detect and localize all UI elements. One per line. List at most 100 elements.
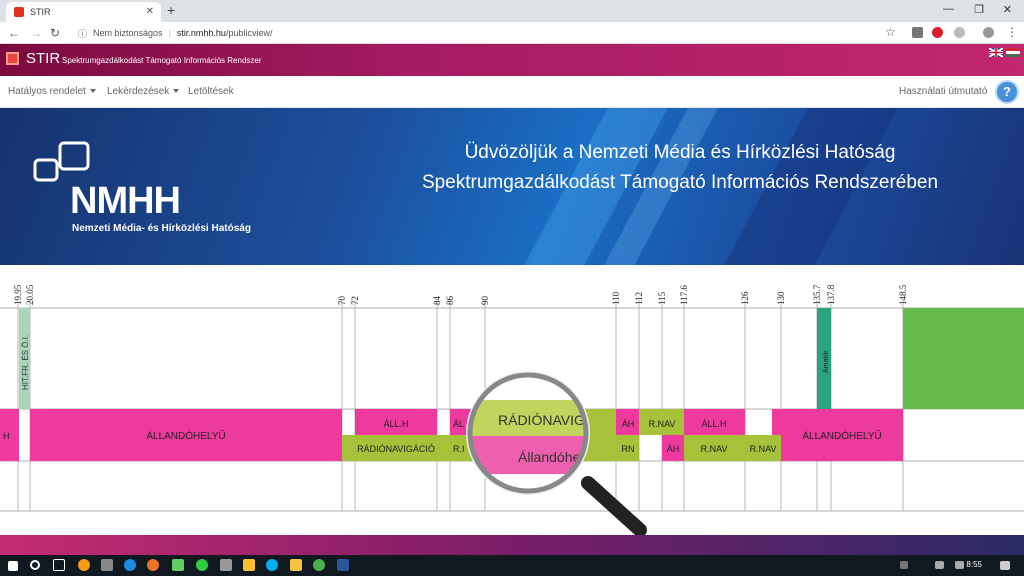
- chevron-down-icon: [89, 89, 96, 94]
- battery-icon[interactable]: [935, 561, 944, 569]
- nmhh-logo-letters: NMHH: [70, 180, 181, 222]
- bookmark-star-icon[interactable]: ☆: [885, 25, 896, 39]
- welcome-line-1: Üdvözöljük a Nemzeti Média és Hírközlési…: [464, 142, 896, 163]
- app-header: STIR Spektrumgazdálkodást Támogató Infor…: [0, 44, 1024, 76]
- tick-label: 86: [445, 296, 455, 306]
- windows-taskbar: 8:55: [0, 555, 1024, 576]
- band-label-allandohelyu-2: ÁLLANDÓHELYŰ: [802, 428, 881, 442]
- edge-icon[interactable]: [124, 559, 136, 571]
- tick-label: 110: [611, 291, 621, 305]
- app-subtitle: Spektrumgazdálkodást Támogató Információ…: [62, 56, 262, 65]
- address-bar-row: ← → ↻ ⓘ Nem biztonságos | stir.nmhh.hu /…: [0, 22, 1024, 44]
- band-label-rnav-3: R.NAV: [750, 444, 777, 454]
- frequency-chart-svg: 19.95 20.05 70 72 84 86 90 110 112 115 117.6 126 130…: [0, 284, 1024, 537]
- band-label-rnav-2: R.NAV: [701, 444, 728, 454]
- band-label-ri: R.I: [453, 444, 465, 454]
- help-icon[interactable]: ?: [995, 80, 1019, 104]
- app-tool-icon[interactable]: [172, 559, 184, 571]
- footer-band: [0, 535, 1024, 555]
- chevron-down-icon: [173, 89, 180, 94]
- app-drive-icon[interactable]: [220, 559, 232, 571]
- band-label-amator: Amatőr: [823, 350, 830, 373]
- band-small-pink[interactable]: [772, 409, 781, 435]
- url-host: stir.nmhh.hu: [176, 28, 226, 38]
- clock[interactable]: 8:55: [966, 560, 982, 569]
- app-orange-icon[interactable]: [78, 559, 90, 571]
- tick-label: 70: [337, 296, 347, 306]
- extension-icon[interactable]: [912, 27, 923, 38]
- url-path: /publicview/: [225, 28, 273, 38]
- notifications-icon[interactable]: [1000, 561, 1010, 570]
- tick-label: 117.6: [679, 285, 689, 305]
- band-label-all-h-2: ÁLL.H: [701, 419, 726, 429]
- app-grey-icon[interactable]: [101, 559, 113, 571]
- minimize-icon[interactable]: —: [943, 3, 954, 15]
- welcome-banner: NMHH Nemzeti Média- és Hírközlési Hatósá…: [0, 108, 1024, 265]
- english-flag-icon[interactable]: [989, 48, 1003, 57]
- band-label-rnav-1: R.NAV: [649, 419, 676, 429]
- band-green-right[interactable]: [903, 308, 1024, 409]
- browser-tab-strip: STIR ✕ + — ❐ ✕: [0, 0, 1024, 22]
- band-label-radionavigacio: RÁDIÓNAVIGÁCIÓ: [357, 444, 435, 454]
- new-tab-button[interactable]: +: [167, 2, 175, 18]
- search-icon[interactable]: [30, 560, 40, 570]
- app-notes-icon[interactable]: [243, 559, 255, 571]
- tab-title: STIR: [30, 7, 51, 17]
- nmhh-fullname: Nemzeti Média- és Hírközlési Hatóság: [72, 223, 251, 234]
- welcome-line-2: Spektrumgazdálkodást Támogató Információ…: [421, 172, 939, 193]
- menu-letoltesek[interactable]: Letöltések: [188, 86, 234, 97]
- security-label: Nem biztonságos: [93, 28, 163, 38]
- tick-label: 148.5: [898, 284, 908, 305]
- firefox-icon[interactable]: [147, 559, 159, 571]
- adblock-icon[interactable]: [932, 27, 943, 38]
- tick-label: 112: [634, 292, 644, 305]
- file-explorer-icon[interactable]: [290, 559, 302, 571]
- profile-avatar-icon[interactable]: [983, 27, 994, 38]
- close-window-icon[interactable]: ✕: [1003, 3, 1012, 16]
- menu-hatalyos-rendelet[interactable]: Hatályos rendelet: [8, 86, 96, 97]
- close-tab-icon[interactable]: ✕: [146, 6, 154, 17]
- word-icon[interactable]: [337, 559, 349, 571]
- menu-lekerdezesek[interactable]: Lekérdezések: [107, 86, 180, 97]
- tick-label: 72: [350, 296, 360, 305]
- band-label-allandohelyu-1: ÁLLANDÓHELYŰ: [146, 428, 225, 442]
- restore-icon[interactable]: ❐: [974, 3, 984, 16]
- tray-icon[interactable]: [900, 561, 908, 569]
- band-label-all-h-1: ÁLL.H: [383, 419, 408, 429]
- task-view-icon[interactable]: [53, 559, 65, 571]
- app-name: STIR: [26, 50, 61, 67]
- band-label-hit-fr: HIT.FR. ÉS Ö.I.: [21, 335, 30, 390]
- tick-label: 130: [776, 291, 786, 305]
- tick-label: 135.7: [812, 284, 822, 305]
- language-flags: [989, 48, 1020, 57]
- url-field[interactable]: ⓘ Nem biztonságos | stir.nmhh.hu /public…: [70, 25, 900, 41]
- tick-label: 126: [740, 291, 750, 305]
- band-label-ah-2: ÁH: [667, 444, 680, 454]
- info-icon[interactable]: ⓘ: [78, 27, 87, 40]
- help-link[interactable]: Használati útmutató: [899, 86, 987, 97]
- chrome-icon[interactable]: [313, 559, 325, 571]
- windows-start-icon[interactable]: [8, 561, 18, 571]
- forward-icon[interactable]: →: [30, 26, 42, 40]
- volume-icon[interactable]: [955, 561, 964, 569]
- hungarian-flag-icon[interactable]: [1006, 48, 1020, 57]
- browser-menu-icon[interactable]: ⋮: [1006, 25, 1018, 39]
- band-label-h: H: [3, 431, 10, 441]
- reload-icon[interactable]: ↻: [50, 26, 60, 40]
- tick-label: 137.8: [826, 284, 836, 305]
- back-icon[interactable]: ←: [8, 26, 20, 40]
- tick-label: 115: [657, 291, 667, 305]
- main-menu: Hatályos rendelet Lekérdezések Letöltése…: [0, 76, 1024, 108]
- app-green-icon[interactable]: [196, 559, 208, 571]
- stir-favicon-icon: [14, 7, 24, 17]
- extension-circle-icon[interactable]: [954, 27, 965, 38]
- tick-label: 90: [480, 296, 490, 306]
- skype-icon[interactable]: [266, 559, 278, 571]
- browser-tab[interactable]: STIR ✕: [6, 2, 161, 22]
- band-label-al: ÁL: [453, 419, 464, 429]
- tick-label: 20.05: [25, 284, 35, 305]
- frequency-chart: 19.95 20.05 70 72 84 86 90 110 112 115 117.6 126 130…: [0, 265, 1024, 537]
- stir-logo-icon: [6, 52, 19, 65]
- magnifier-text-2: Állandóhel: [518, 449, 583, 465]
- band-label-ah-1: ÁH: [622, 419, 635, 429]
